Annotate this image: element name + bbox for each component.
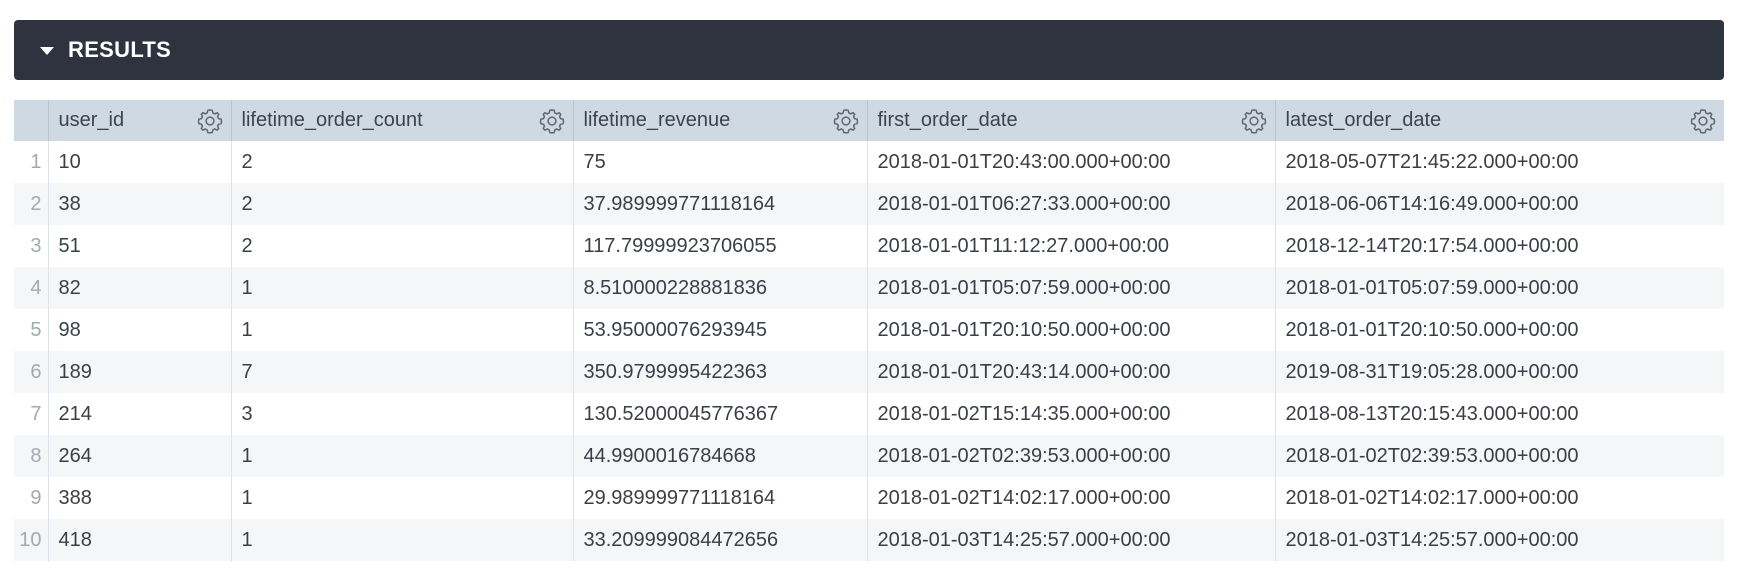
row-number: 8 — [30, 444, 42, 467]
gear-icon[interactable] — [195, 106, 225, 136]
column-label: lifetime_revenue — [583, 109, 731, 131]
cell-latest-order-date: 2018-01-01T05:07:59.000+00:00 — [1274, 267, 1724, 309]
cell-first-order-date: 2018-01-03T14:25:57.000+00:00 — [866, 519, 1275, 561]
column-header-user-id[interactable]: user_id — [47, 100, 231, 141]
row-number: 9 — [30, 486, 42, 509]
row-number-header — [14, 100, 48, 141]
column-label: first_order_date — [877, 109, 1018, 131]
cell-user-id: 51 — [47, 225, 231, 267]
cell-lifetime-revenue: 130.52000045776367 — [572, 393, 867, 435]
table-row: 1 10 2 75 2018-01-01T20:43:00.000+00:00 … — [14, 141, 1724, 183]
column-header-first-order-date[interactable]: first_order_date — [866, 100, 1275, 141]
cell-latest-order-date: 2018-01-02T14:02:17.000+00:00 — [1274, 477, 1724, 519]
cell-lifetime-order-count: 2 — [230, 225, 573, 267]
cell-lifetime-order-count: 3 — [230, 393, 573, 435]
row-number: 3 — [30, 234, 42, 257]
row-number: 5 — [30, 318, 42, 341]
cell-lifetime-revenue: 53.95000076293945 — [572, 309, 867, 351]
table-row: 7 214 3 130.52000045776367 2018-01-02T15… — [14, 393, 1724, 435]
cell-latest-order-date: 2018-08-13T20:15:43.000+00:00 — [1274, 393, 1724, 435]
gear-icon[interactable] — [1688, 106, 1718, 136]
cell-lifetime-order-count: 1 — [230, 519, 573, 561]
table-row: 9 388 1 29.989999771118164 2018-01-02T14… — [14, 477, 1724, 519]
results-title: RESULTS — [68, 37, 172, 62]
row-number: 6 — [30, 360, 42, 383]
cell-user-id: 388 — [47, 477, 231, 519]
cell-user-id: 418 — [47, 519, 231, 561]
cell-lifetime-revenue: 8.510000228881836 — [572, 267, 867, 309]
row-number: 4 — [30, 276, 42, 299]
results-table: user_id lifetime_order_count lifetime_re… — [14, 100, 1724, 561]
cell-first-order-date: 2018-01-01T06:27:33.000+00:00 — [866, 183, 1275, 225]
cell-first-order-date: 2018-01-01T11:12:27.000+00:00 — [866, 225, 1275, 267]
table-row: 6 189 7 350.9799995422363 2018-01-01T20:… — [14, 351, 1724, 393]
cell-latest-order-date: 2019-08-31T19:05:28.000+00:00 — [1274, 351, 1724, 393]
cell-lifetime-revenue: 37.989999771118164 — [572, 183, 867, 225]
table-header-row: user_id lifetime_order_count lifetime_re… — [14, 100, 1724, 141]
cell-latest-order-date: 2018-01-02T02:39:53.000+00:00 — [1274, 435, 1724, 477]
cell-lifetime-revenue: 350.9799995422363 — [572, 351, 867, 393]
cell-lifetime-order-count: 1 — [230, 477, 573, 519]
row-number: 7 — [30, 402, 42, 425]
row-number: 2 — [30, 192, 42, 215]
table-row: 3 51 2 117.79999923706055 2018-01-01T11:… — [14, 225, 1724, 267]
cell-latest-order-date: 2018-05-07T21:45:22.000+00:00 — [1274, 141, 1724, 183]
table-row: 8 264 1 44.9900016784668 2018-01-02T02:3… — [14, 435, 1724, 477]
cell-lifetime-revenue: 75 — [572, 141, 867, 183]
cell-first-order-date: 2018-01-01T05:07:59.000+00:00 — [866, 267, 1275, 309]
cell-latest-order-date: 2018-12-14T20:17:54.000+00:00 — [1274, 225, 1724, 267]
cell-first-order-date: 2018-01-01T20:10:50.000+00:00 — [866, 309, 1275, 351]
cell-lifetime-order-count: 1 — [230, 309, 573, 351]
cell-user-id: 38 — [47, 183, 231, 225]
cell-first-order-date: 2018-01-01T20:43:14.000+00:00 — [866, 351, 1275, 393]
table-row: 2 38 2 37.989999771118164 2018-01-01T06:… — [14, 183, 1724, 225]
column-header-lifetime-revenue[interactable]: lifetime_revenue — [572, 100, 867, 141]
table-row: 4 82 1 8.510000228881836 2018-01-01T05:0… — [14, 267, 1724, 309]
cell-latest-order-date: 2018-01-03T14:25:57.000+00:00 — [1274, 519, 1724, 561]
cell-first-order-date: 2018-01-02T02:39:53.000+00:00 — [866, 435, 1275, 477]
cell-user-id: 264 — [47, 435, 231, 477]
cell-lifetime-revenue: 44.9900016784668 — [572, 435, 867, 477]
row-number: 10 — [19, 528, 42, 551]
caret-down-icon — [40, 47, 54, 55]
results-panel-toggle[interactable]: RESULTS — [14, 20, 1724, 80]
cell-lifetime-order-count: 2 — [230, 183, 573, 225]
cell-user-id: 98 — [47, 309, 231, 351]
cell-lifetime-revenue: 117.79999923706055 — [572, 225, 867, 267]
cell-lifetime-order-count: 1 — [230, 435, 573, 477]
cell-lifetime-order-count: 1 — [230, 267, 573, 309]
cell-lifetime-order-count: 7 — [230, 351, 573, 393]
cell-lifetime-revenue: 29.989999771118164 — [572, 477, 867, 519]
cell-user-id: 82 — [47, 267, 231, 309]
column-header-lifetime-order-count[interactable]: lifetime_order_count — [230, 100, 573, 141]
cell-user-id: 189 — [47, 351, 231, 393]
column-label: latest_order_date — [1285, 109, 1442, 131]
cell-latest-order-date: 2018-01-01T20:10:50.000+00:00 — [1274, 309, 1724, 351]
gear-icon[interactable] — [831, 106, 861, 136]
table-row: 5 98 1 53.95000076293945 2018-01-01T20:1… — [14, 309, 1724, 351]
cell-latest-order-date: 2018-06-06T14:16:49.000+00:00 — [1274, 183, 1724, 225]
cell-lifetime-revenue: 33.209999084472656 — [572, 519, 867, 561]
cell-lifetime-order-count: 2 — [230, 141, 573, 183]
cell-first-order-date: 2018-01-02T15:14:35.000+00:00 — [866, 393, 1275, 435]
cell-user-id: 214 — [47, 393, 231, 435]
column-label: lifetime_order_count — [241, 109, 423, 131]
column-header-latest-order-date[interactable]: latest_order_date — [1274, 100, 1724, 141]
gear-icon[interactable] — [537, 106, 567, 136]
gear-icon[interactable] — [1239, 106, 1269, 136]
cell-first-order-date: 2018-01-02T14:02:17.000+00:00 — [866, 477, 1275, 519]
column-label: user_id — [58, 109, 125, 131]
row-number: 1 — [30, 150, 42, 173]
cell-first-order-date: 2018-01-01T20:43:00.000+00:00 — [866, 141, 1275, 183]
table-row: 10 418 1 33.209999084472656 2018-01-03T1… — [14, 519, 1724, 561]
cell-user-id: 10 — [47, 141, 231, 183]
